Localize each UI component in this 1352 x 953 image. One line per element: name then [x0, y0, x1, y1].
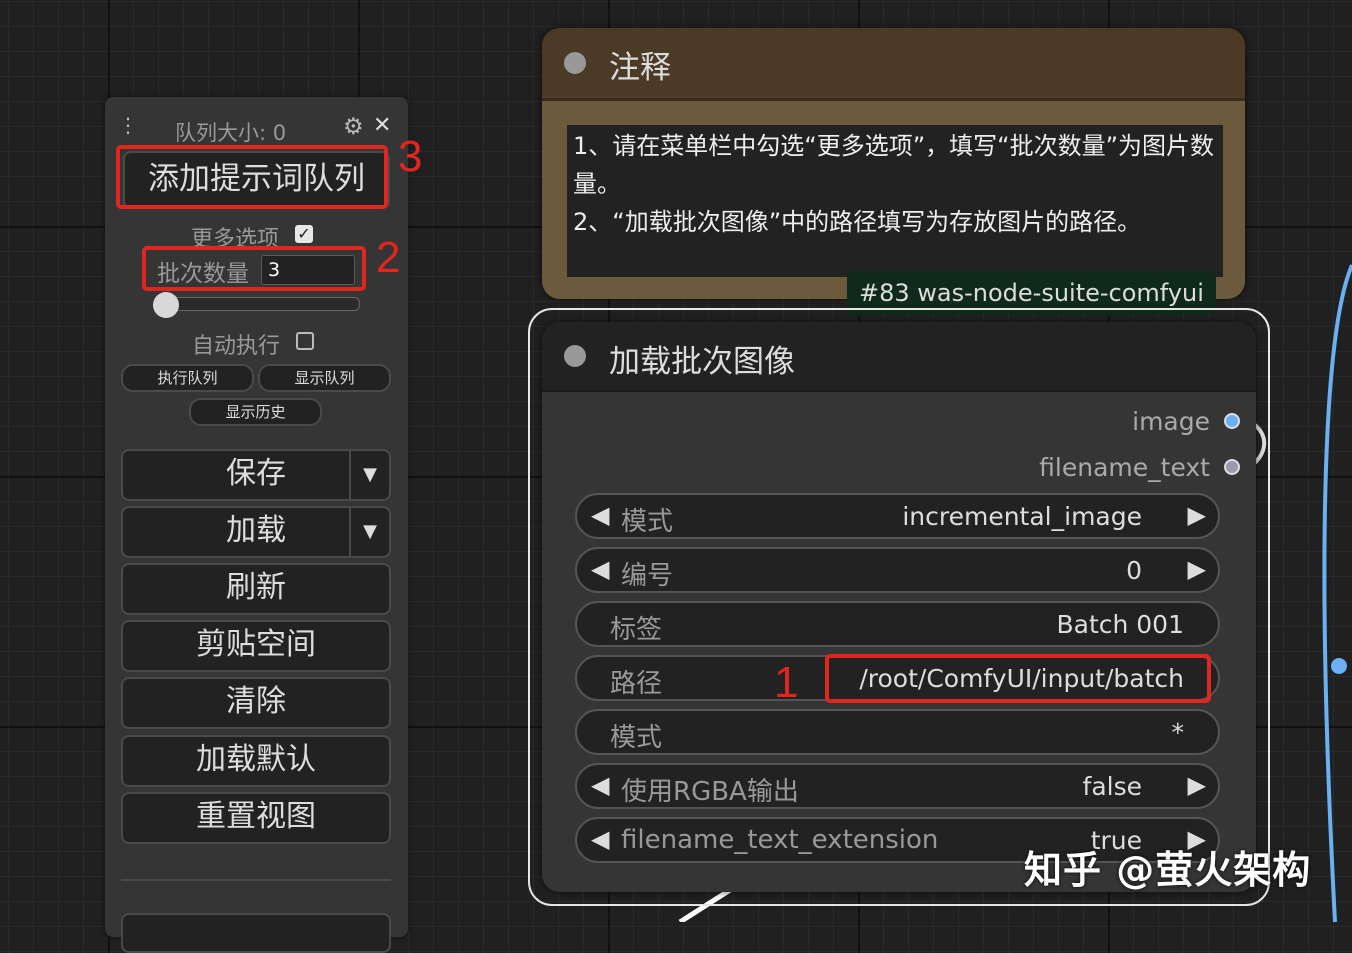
load-button-label: 加载	[226, 513, 286, 548]
reset-view-button[interactable]: 重置视图	[121, 792, 391, 844]
auto-queue-checkbox[interactable]	[296, 332, 314, 350]
batch-node-title: 加载批次图像	[609, 344, 795, 380]
save-button-label: 保存	[226, 456, 286, 491]
clipspace-button[interactable]: 剪贴空间	[121, 620, 391, 672]
label-text-widget[interactable]: 标签 Batch 001	[575, 601, 1220, 647]
batch-count-slider[interactable]	[155, 297, 360, 311]
node-collapse-dot-icon[interactable]	[564, 52, 586, 74]
index-label: 编号	[621, 561, 674, 591]
annotation-box-2	[142, 246, 366, 291]
rgba-value: false	[1082, 772, 1142, 801]
view-history-button[interactable]: 显示历史	[189, 398, 322, 426]
extra-menu-button[interactable]	[121, 913, 391, 953]
increment-arrow-icon[interactable]: ▶	[1188, 555, 1206, 583]
drag-handle-icon[interactable]: ⋮	[118, 115, 138, 135]
batch-node-title-bar[interactable]: 加载批次图像	[542, 322, 1256, 392]
mode-combo-widget[interactable]: ◀ 模式 incremental_image ▶	[575, 493, 1220, 539]
queue-size-label: 队列大小: 0	[175, 121, 287, 145]
pattern-value: *	[1171, 718, 1185, 747]
watermark: 知乎 @萤火架构	[1024, 848, 1312, 892]
note-node-title: 注释	[609, 50, 671, 86]
index-value: 0	[1126, 556, 1142, 585]
batch-count-slider-thumb[interactable]	[153, 292, 179, 318]
annotation-number-3: 3	[398, 132, 423, 181]
index-number-widget[interactable]: ◀ 编号 0 ▶	[575, 547, 1220, 593]
path-label: 路径	[610, 669, 663, 699]
decrement-arrow-icon[interactable]: ◀	[591, 501, 609, 529]
refresh-button[interactable]: 刷新	[121, 563, 391, 615]
rgba-label: 使用RGBA输出	[621, 777, 799, 807]
comfy-menu-panel: ⋮ 队列大小: 0 ⚙ ✕ 添加提示词队列 更多选项 ✓ 批次数量 自动执行 执…	[105, 97, 408, 953]
note-node[interactable]: 注释 1、请在菜单栏中勾选“更多选项”，填写“批次数量”为图片数量。 2、“加载…	[542, 28, 1245, 299]
output-image-label: image	[1132, 407, 1210, 436]
annotation-box-3	[116, 145, 388, 209]
decrement-arrow-icon[interactable]: ◀	[591, 771, 609, 799]
mode-value: incremental_image	[902, 502, 1142, 531]
annotation-number-2: 2	[376, 233, 401, 282]
decrement-arrow-icon[interactable]: ◀	[591, 825, 609, 853]
mode-label: 模式	[621, 507, 674, 537]
pattern-text-widget[interactable]: 模式 *	[575, 709, 1220, 755]
increment-arrow-icon[interactable]: ▶	[1188, 501, 1206, 529]
pattern-label: 模式	[610, 723, 663, 753]
load-button[interactable]: 加载 ▼	[121, 506, 391, 558]
more-options-checkbox[interactable]: ✓	[295, 225, 313, 243]
view-queue-button[interactable]: 显示队列	[258, 364, 391, 392]
annotation-box-1	[825, 654, 1211, 703]
decrement-arrow-icon[interactable]: ◀	[591, 555, 609, 583]
load-dropdown-chevron-down-icon[interactable]: ▼	[349, 508, 389, 556]
filename-text-extension-label: filename_text_extension	[621, 825, 939, 855]
note-text-area[interactable]: 1、请在菜单栏中勾选“更多选项”，填写“批次数量”为图片数量。 2、“加载批次图…	[567, 125, 1223, 277]
output-filename-text-slot[interactable]	[1224, 459, 1240, 475]
annotation-number-1: 1	[774, 658, 799, 707]
save-button[interactable]: 保存 ▼	[121, 449, 391, 501]
save-dropdown-chevron-down-icon[interactable]: ▼	[349, 451, 389, 499]
node-collapse-dot-icon[interactable]	[564, 345, 586, 367]
execute-queue-button[interactable]: 执行队列	[121, 364, 254, 392]
menu-divider	[121, 879, 391, 881]
clear-button[interactable]: 清除	[121, 677, 391, 729]
load-default-button[interactable]: 加载默认	[121, 735, 391, 787]
rgba-output-toggle-widget[interactable]: ◀ 使用RGBA输出 false ▶	[575, 763, 1220, 809]
label-label: 标签	[610, 615, 663, 645]
close-icon[interactable]: ✕	[373, 113, 391, 138]
load-batch-images-node[interactable]: 加载批次图像 image filename_text ◀ 模式 incremen…	[542, 322, 1256, 892]
auto-queue-label: 自动执行	[192, 334, 281, 359]
output-filename-text-label: filename_text	[1039, 453, 1210, 482]
note-node-title-bar[interactable]: 注释	[542, 28, 1245, 101]
settings-gear-icon[interactable]: ⚙	[343, 114, 364, 140]
output-image-slot[interactable]	[1224, 413, 1240, 429]
label-value: Batch 001	[1056, 610, 1184, 639]
increment-arrow-icon[interactable]: ▶	[1188, 771, 1206, 799]
